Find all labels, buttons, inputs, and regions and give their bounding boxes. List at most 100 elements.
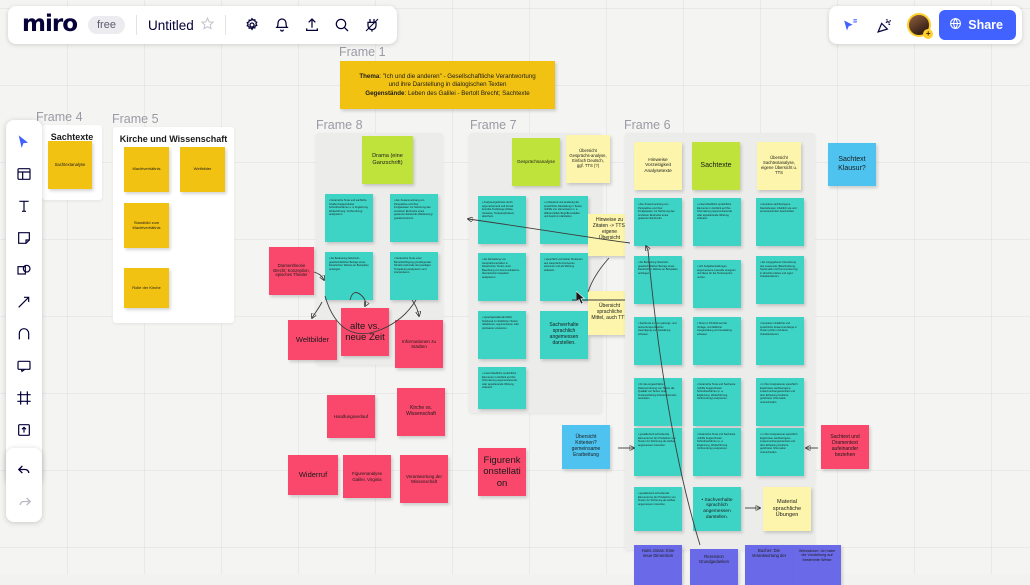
- sticky-note-f6-teal-14b[interactable]: • literarische Texte und Sachtexte mithi…: [693, 428, 741, 476]
- sticky-note-f6-teal-11[interactable]: • literarische Texte und Sachtexte mithi…: [693, 378, 741, 426]
- sticky-note-dramentheorie[interactable]: Dramentheorie Brecht: Konzeption, episch…: [269, 247, 314, 295]
- comment-icon[interactable]: [9, 351, 39, 381]
- sticky-note-f6-teal-6[interactable]: • die vorgegebene Orientierung des Leset…: [756, 256, 804, 304]
- sticky-note-drama[interactable]: Drama (eine Ganzschrift): [362, 136, 413, 184]
- sticky-note-sachverhalte-f7[interactable]: Sachverhalte sprachlich angemessen darst…: [540, 311, 588, 359]
- party-popper-icon[interactable]: [870, 11, 898, 39]
- user-avatar[interactable]: [907, 13, 934, 39]
- miro-logo[interactable]: miro: [18, 11, 81, 40]
- sticky-note-f6-teal-1[interactable]: • den Zusammenhang von Perspektive und i…: [634, 198, 682, 246]
- sticky-note-machtverhaeltnis[interactable]: Machtverhältnis: [124, 147, 169, 192]
- sticky-note-uebersicht-gespraech[interactable]: Übersicht Gesprächs-analyse, Einfach Deu…: [566, 135, 610, 183]
- sticky-note-widerruf[interactable]: Widerruf: [288, 455, 338, 495]
- arrow-icon[interactable]: [9, 287, 39, 317]
- sticky-note-handlungsverlauf[interactable]: Handlungsverlauf: [327, 395, 375, 438]
- sticky-note-f8-teal-4[interactable]: • literarische Texte unter Berücksichtig…: [390, 252, 438, 300]
- search-icon[interactable]: [328, 11, 356, 39]
- sticky-note-info-staedte[interactable]: Informationen zu Städten: [395, 320, 443, 368]
- sticky-note-uebersicht-kriterien[interactable]: Übersicht Kriterien? gemeinsame Erarbeit…: [562, 425, 610, 469]
- sticky-note-rolle-kirche[interactable]: Rolle der Kirche: [124, 268, 169, 308]
- frame-label-7[interactable]: Frame 7: [470, 118, 517, 132]
- thema-line-2: und ihre Darstellung in dialogischen Tex…: [388, 81, 507, 89]
- plan-badge[interactable]: free: [88, 16, 125, 34]
- board-title[interactable]: Untitled: [148, 18, 194, 33]
- sticky-note-figurenanalyse[interactable]: Figurenanalyse Galilei, Virginia: [343, 455, 391, 498]
- frame-icon[interactable]: [9, 383, 39, 413]
- frame-label-1[interactable]: Frame 1: [339, 45, 386, 59]
- sticky-note-weltbilder-f5[interactable]: Weltbilder: [180, 147, 225, 192]
- sticky-note-f7-teal-6[interactable]: • unterschiedliche sprachliche Elemente …: [478, 367, 526, 409]
- sticky-note-f6-teal-12[interactable]: • in ihrer Analysetexte sprachlich Ergeb…: [756, 378, 804, 426]
- sticky-note-f7-teal-5[interactable]: • sprachgestaltende Mittel funktional in…: [478, 311, 526, 359]
- sticky-note-bucher[interactable]: Bucher: Die Verantwortung der: [745, 545, 793, 585]
- sticky-note-f6-teal-10[interactable]: • für die eingeschätzte Dokumentierung v…: [634, 378, 682, 426]
- shapes-icon[interactable]: [9, 255, 39, 285]
- sticky-note-f6-teal-13[interactable]: • gestalterisch-schreibende Elemente bei…: [634, 428, 682, 476]
- upload-box-icon[interactable]: [9, 415, 39, 445]
- sticky-note-hans-jonas[interactable]: Hans Jonas: Eine neue Dimension: [634, 545, 682, 585]
- left-toolbar-undo-redo[interactable]: [6, 448, 42, 522]
- sticky-note-f7-teal-3[interactable]: • die Darstellung von Gesprächsverhalten…: [478, 253, 526, 301]
- share-button[interactable]: Share: [939, 10, 1016, 40]
- sticky-note-f7-teal-1[interactable]: • Analyseergebnisse durch argumentierend…: [478, 196, 526, 244]
- sticky-note-sachtexte-f6[interactable]: Sachtexte: [692, 142, 740, 190]
- sticky-note-f8-teal-3[interactable]: • die Bedeutung historisch-gesellschaftl…: [325, 252, 373, 300]
- sticky-note-f6-teal-8[interactable]: • Texte im Printbild auf der Vorlage, si…: [693, 317, 741, 365]
- sticky-note-weizsaecker[interactable]: Weizsäcker: Ich habe die Vorstellung auf…: [793, 545, 841, 585]
- sticky-note-f6-teal-2[interactable]: • unterschiedliche sprachliche Elemente …: [693, 198, 741, 246]
- thema-line-3: Gegenstände: Leben des Galilei - Bertolt…: [365, 90, 530, 98]
- sticky-note-f6-teal-9[interactable]: • komplexe inhaltliche und sprachliche Z…: [756, 317, 804, 365]
- sticky-note-f6-teal-5[interactable]: • sich Aufgabenstellungen angemessene Le…: [693, 260, 741, 308]
- sticky-note-material-uebungen[interactable]: Material sprachliche Übungen: [763, 487, 811, 531]
- sticky-note-hinweise-vorzeitigkeit[interactable]: Hinweise Vorzeitigkeit Analysetexte: [634, 142, 682, 190]
- sticky-note-sachverhalte-f6[interactable]: • Sachverhalte sprachlich angemessen dar…: [693, 487, 741, 531]
- sticky-note-f8-teal-2[interactable]: • den Zusammenhang von Perspektive und i…: [390, 194, 438, 242]
- sticky-note-f8-teal-1[interactable]: • literarische Texte und sachliche Inhal…: [325, 194, 373, 242]
- template-icon[interactable]: [9, 159, 39, 189]
- board-canvas[interactable]: Frame 1 ThemaThema: "Ich und die anderen…: [0, 0, 1030, 585]
- left-toolbar[interactable]: [6, 120, 42, 484]
- sticky-note-alte-neue-zeit[interactable]: alte vs. neue Zeit: [341, 308, 389, 356]
- bell-icon[interactable]: [268, 11, 296, 39]
- sticky-note-rezension[interactable]: Rezension Grundgedanken: [690, 549, 738, 585]
- sticky-note-icon[interactable]: [9, 223, 39, 253]
- gegenstaende-label: Gegenstände: [365, 90, 405, 98]
- text-icon[interactable]: [9, 191, 39, 221]
- select-tool[interactable]: [9, 127, 39, 157]
- frame-label-4[interactable]: Frame 4: [36, 110, 83, 124]
- sticky-note-gespraechsanalyse[interactable]: Gesprächsanalyse: [512, 138, 560, 186]
- mouse-cursor-icon: [576, 291, 586, 305]
- sticky-note-kirche-wissenschaft[interactable]: Kirche vs. Wissenschaft: [397, 388, 445, 436]
- sticky-note-f6-teal-7[interactable]: • Sachtexte in ihrer gattungs- und texts…: [634, 317, 682, 365]
- gear-icon[interactable]: [238, 11, 266, 39]
- sticky-note-f6-teal-16[interactable]: • gestalterisch-schreibende Elemente bei…: [634, 487, 682, 531]
- globe-icon: [949, 17, 962, 33]
- sticky-note-sachtextanalyse[interactable]: Sachtextanalyse: [48, 141, 92, 189]
- pen-icon[interactable]: [9, 319, 39, 349]
- sticky-note-sachtext-dramentext[interactable]: Sachtext und Dramentext aufeinander bezi…: [821, 425, 869, 469]
- frame-label-8[interactable]: Frame 8: [316, 118, 363, 132]
- sticky-note-f6-teal-3[interactable]: • komplexe sachbezogene Darstellungen in…: [756, 198, 804, 246]
- sticky-note-uebersicht-sachtext[interactable]: Übersicht Sachtextanalyse, eigene Übersi…: [757, 142, 801, 190]
- upload-icon[interactable]: [298, 11, 326, 39]
- toolbar-divider-2: [224, 15, 226, 35]
- cursor-share-icon[interactable]: [836, 11, 864, 39]
- sticky-note-sachtext-klausur[interactable]: Sachtext Klausur?: [828, 143, 876, 186]
- top-toolbar-right[interactable]: Share: [829, 6, 1022, 44]
- sticky-note-f6-teal-15[interactable]: • in ihrer Analysetexte sprachlich Ergeb…: [756, 428, 804, 476]
- favorite-star-icon[interactable]: [200, 16, 214, 33]
- thema-line-1: ThemaThema: "Ich und die anderen" - Gese…: [359, 72, 536, 80]
- plugin-icon[interactable]: [358, 11, 386, 39]
- sticky-note-verantwortung-wissenschaft[interactable]: Verantwortung der Wissenschaft: [400, 455, 448, 503]
- undo-icon[interactable]: [9, 454, 39, 484]
- sticky-note-thema[interactable]: ThemaThema: "Ich und die anderen" - Gese…: [340, 61, 555, 109]
- sticky-note-f7-teal-2[interactable]: • umfassend und eindeutig die sprachlich…: [540, 196, 588, 244]
- frame-label-6[interactable]: Frame 6: [624, 118, 671, 132]
- frame-label-5[interactable]: Frame 5: [112, 112, 159, 126]
- sticky-note-standbild[interactable]: Standbild zum Machtverhältnis: [124, 203, 169, 248]
- sticky-note-figurenkonstellation[interactable]: Figurenkonstellation: [478, 448, 526, 496]
- redo-icon[interactable]: [9, 486, 39, 516]
- sticky-note-weltbilder-f8[interactable]: Weltbilder: [288, 320, 337, 360]
- sticky-note-f6-teal-4[interactable]: • die Bedeutung historisch-gesellschaftl…: [634, 256, 682, 304]
- top-toolbar-left[interactable]: miro free Untitled: [8, 6, 397, 44]
